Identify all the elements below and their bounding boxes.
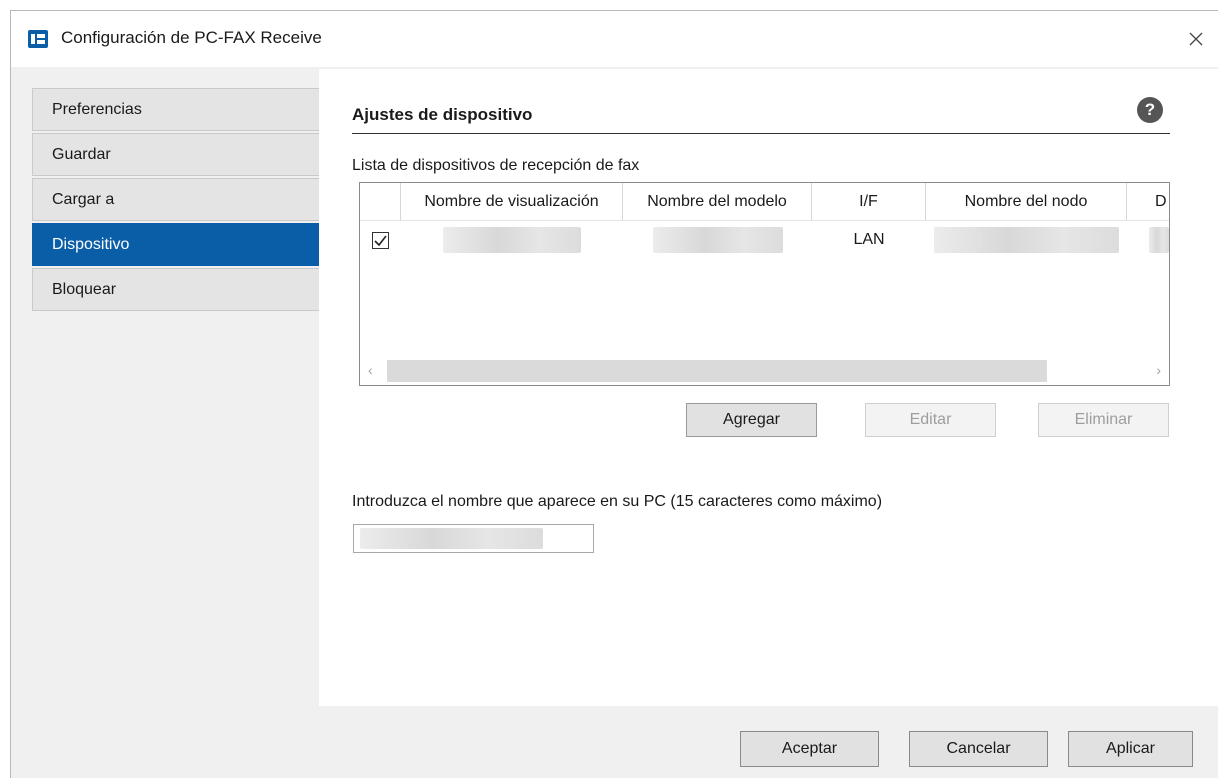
nav-item-guardar[interactable]: Guardar: [32, 133, 320, 176]
table-row[interactable]: LAN: [360, 222, 1169, 258]
row-check-cell: [360, 222, 401, 258]
node-name-cell: [926, 222, 1127, 258]
ok-button[interactable]: Aceptar: [740, 731, 879, 767]
fax-app-icon: [28, 30, 48, 48]
help-icon[interactable]: ?: [1137, 97, 1163, 123]
pc-name-input[interactable]: [353, 524, 594, 553]
interface-cell: LAN: [853, 231, 885, 248]
section-title: Ajustes de dispositivo: [352, 105, 533, 124]
redacted-node-name: [934, 227, 1119, 253]
column-header-model-name[interactable]: Nombre del modelo: [623, 183, 812, 221]
nav-item-dispositivo[interactable]: Dispositivo: [32, 223, 320, 266]
column-header-node-name[interactable]: Nombre del nodo: [926, 183, 1127, 221]
device-checkbox[interactable]: [372, 231, 389, 249]
column-header-extra[interactable]: D: [1127, 183, 1169, 221]
nav-item-preferencias[interactable]: Preferencias: [32, 88, 320, 131]
display-name-cell: [401, 222, 623, 258]
device-list-grid[interactable]: Nombre de visualización Nombre del model…: [359, 182, 1170, 386]
column-header-display-name[interactable]: Nombre de visualización: [401, 183, 623, 221]
column-header-check: [360, 183, 401, 221]
close-icon: [1189, 32, 1203, 46]
scroll-right-icon[interactable]: ›: [1156, 362, 1161, 378]
cancel-button[interactable]: Cancelar: [909, 731, 1048, 767]
apply-button[interactable]: Aplicar: [1068, 731, 1193, 767]
model-name-cell: [623, 222, 812, 258]
nav-item-label: Guardar: [52, 145, 111, 163]
extra-cell: [1127, 222, 1169, 258]
redacted-pc-name: [360, 528, 543, 549]
section-divider: [352, 133, 1170, 134]
device-list-label: Lista de dispositivos de recepción de fa…: [352, 157, 640, 174]
checkmark-icon: [374, 235, 387, 246]
nav-item-label: Dispositivo: [52, 235, 130, 253]
pc-name-label: Introduzca el nombre que aparece en su P…: [352, 493, 883, 510]
column-header-interface[interactable]: I/F: [812, 183, 926, 221]
horizontal-scrollbar[interactable]: ‹ ›: [360, 358, 1169, 385]
redacted-extra: [1149, 227, 1169, 253]
nav-item-bloquear[interactable]: Bloquear: [32, 268, 320, 311]
nav-item-label: Bloquear: [52, 280, 117, 298]
dialog-window: Configuración de PC-FAX Receive Preferen…: [10, 10, 1218, 778]
delete-button[interactable]: Eliminar: [1038, 403, 1169, 437]
settings-nav: Preferencias Guardar Cargar a Dispositiv…: [32, 88, 320, 313]
title-bar: Configuración de PC-FAX Receive: [11, 11, 1218, 67]
scrollbar-thumb[interactable]: [387, 360, 1047, 382]
window-title: Configuración de PC-FAX Receive: [61, 28, 322, 47]
nav-item-label: Cargar a: [52, 190, 115, 208]
redacted-model-name: [652, 227, 783, 253]
redacted-display-name: [443, 227, 581, 253]
edit-button[interactable]: Editar: [865, 403, 996, 437]
add-button[interactable]: Agregar: [686, 403, 817, 437]
nav-item-cargar-a[interactable]: Cargar a: [32, 178, 320, 221]
close-button[interactable]: [1173, 11, 1218, 67]
scroll-left-icon[interactable]: ‹: [368, 362, 373, 378]
device-settings-panel: Ajustes de dispositivo ? Lista de dispos…: [319, 69, 1218, 706]
grid-header: Nombre de visualización Nombre del model…: [360, 183, 1169, 221]
nav-item-label: Preferencias: [52, 100, 142, 118]
